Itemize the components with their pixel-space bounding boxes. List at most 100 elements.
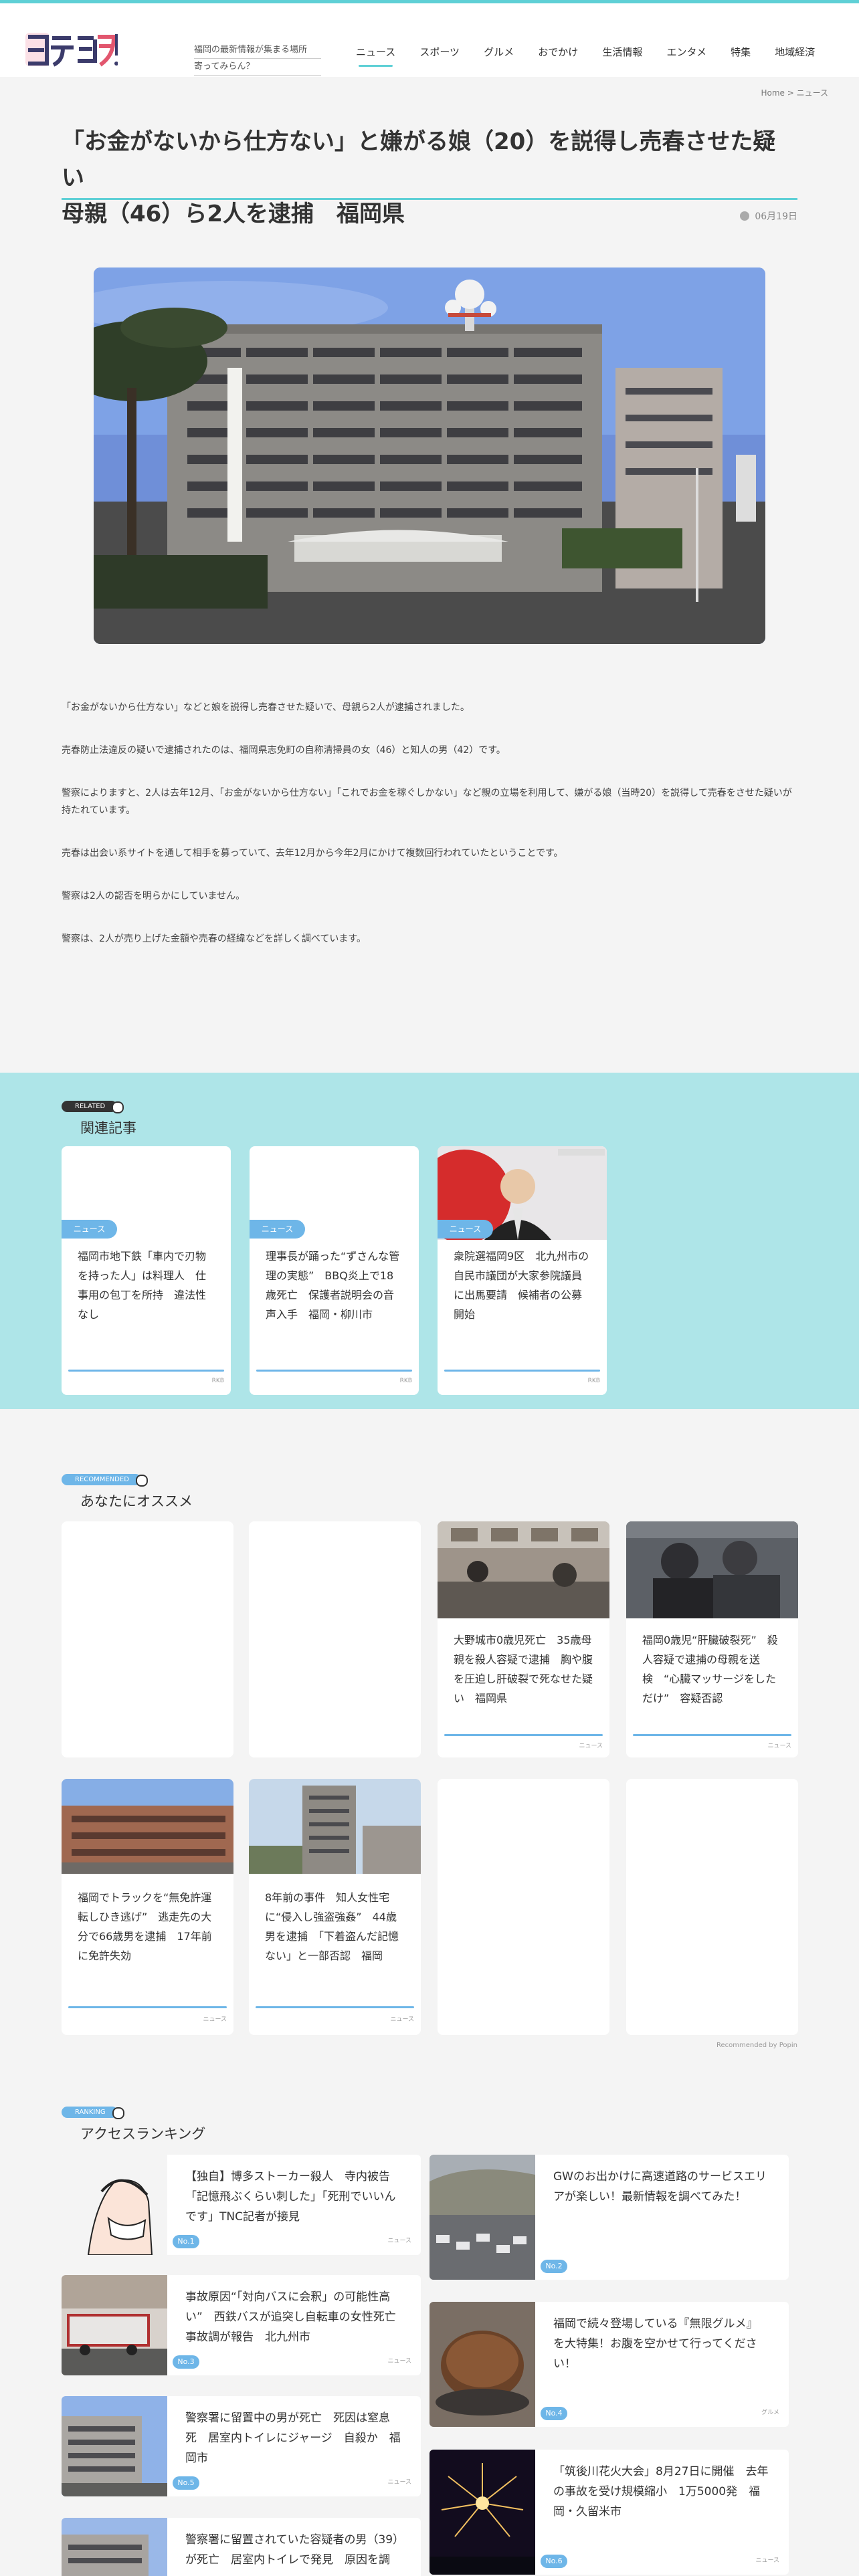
rank-badge: No.3 [173, 2355, 199, 2369]
breadcrumb[interactable]: Home > ニュース [761, 87, 828, 98]
ranking-title-text: 【独自】博多ストーカー殺人 寺内被告「記憶飛ぶくらい刺した」「死刑でいいんです」… [185, 2170, 396, 2224]
recommended-pill: RECOMMENDED [62, 1474, 148, 1487]
recommended-card[interactable] [626, 1779, 798, 2035]
rank-badge: No.5 [173, 2476, 199, 2490]
related-pill: RELATED [62, 1101, 124, 1113]
card-title: 福岡でトラックを“無免許運転しひき逃げ” 逃走先の大分で66歳男を逮捕 17年前… [78, 1891, 212, 1962]
card-category: ニュース [203, 2016, 227, 2023]
paragraph: 売春は出会い系サイトを通して相手を募っていて、去年12月から今年2月にかけて複数… [62, 848, 563, 859]
card-source: RKB [587, 1378, 600, 1384]
rank-badge: No.6 [541, 2555, 567, 2568]
card-bar [68, 1370, 224, 1372]
card-bar [444, 1734, 603, 1736]
nav-life[interactable]: 生活情報 [602, 45, 642, 59]
ranking-category: ニュース [387, 2238, 411, 2244]
related-card[interactable]: ニュース 理事長が踊った“ずさんな管理の実態” BBQ炎上で18歳死亡 保護者説… [250, 1146, 419, 1395]
recommended-by[interactable]: Recommended by Popin [717, 2042, 797, 2049]
ranking-title-text: 「筑後川花火大会」8月27日に開催 去年の事故を受け規模縮小 1万5000発 福… [553, 2465, 769, 2518]
title-underline [62, 198, 797, 200]
card-bar [633, 1734, 791, 1736]
nav-economy[interactable]: 地域経済 [775, 45, 815, 59]
card-thumbnail [626, 1521, 798, 1618]
card-title: 理事長が踊った“ずさんな管理の実態” BBQ炎上で18歳死亡 保護者説明会の音声… [266, 1250, 400, 1321]
ranking-item[interactable]: 警察署に留置されていた容疑者の男（39）が死亡 居室内トイレで発見 原因を調 [62, 2518, 421, 2576]
ranking-title-text: 警察署に留置中の男が死亡 死因は窒息死 居室内トイレにジャージ 自殺か 福岡市 [185, 2411, 401, 2465]
card-bar [444, 1370, 600, 1372]
ranking-category: ニュース [755, 2557, 779, 2564]
ranking-item[interactable]: 福岡で続々登場している『無限グルメ』を大特集！お腹を空かせて行ってください！ N… [430, 2302, 789, 2427]
article-body: 「お金がないから仕方ない」などと娘を説得し売春させた疑いで、母親ら2人が逮捕され… [62, 699, 797, 973]
ranking-thumbnail [430, 2302, 535, 2427]
paragraph: 売春防止法違反の疑いで逮捕されたのは、福岡県志免町の自称清掃員の女（46）と知人… [62, 745, 506, 756]
ranking-thumbnail [430, 2155, 535, 2280]
recommended-card[interactable] [438, 1779, 609, 2035]
category-tag: ニュース [250, 1220, 305, 1239]
nav-news[interactable]: ニュース [356, 45, 395, 67]
ranking-pill: RANKING [62, 2107, 124, 2119]
ranking-category: グルメ [761, 2409, 779, 2416]
recommended-card[interactable]: 8年前の事件 知人女性宅に“侵入し強盗強姦” 44歳男を逮捕 「下着盗んだ記憶な… [249, 1779, 421, 2035]
card-bar [256, 1370, 412, 1372]
category-tag: ニュース [438, 1220, 493, 1239]
site-tagline: 福岡の最新情報が集まる場所 寄ってみらん？ [194, 42, 321, 76]
related-header: RELATED 関連記事 [62, 1098, 136, 1138]
title-line-1: 「お金がないから仕方ない」と嫌がる娘（20）を説得し売春させた疑い [62, 128, 776, 191]
ranking-thumbnail [62, 2155, 167, 2255]
ranking-title-text: 事故原因“「対向バスに会釈」の可能性高い” 西鉄バスが追突し自転車の女性死亡 事… [185, 2290, 407, 2344]
tagline-line-1: 福岡の最新情報が集まる場所 [194, 42, 321, 59]
ranking-item[interactable]: 【独自】博多ストーカー殺人 寺内被告「記憶飛ぶくらい刺した」「死刑でいいんです」… [62, 2155, 421, 2255]
card-category: ニュース [767, 1743, 791, 1749]
site-header: 福岡の最新情報が集まる場所 寄ってみらん？ ニュース スポーツ グルメ おでかけ… [0, 3, 859, 77]
recommended-card[interactable]: 福岡0歳児“肝臓破裂死” 殺人容疑で逮捕の母親を送検 “心臓マッサージをしただけ… [626, 1521, 798, 1757]
ranking-category: ニュース [387, 2358, 411, 2365]
ranking-header: RANKING アクセスランキング [62, 2104, 205, 2143]
recommended-title: あなたにオススメ [80, 1493, 193, 1509]
ranking-thumbnail [62, 2275, 167, 2375]
ranking-thumbnail [62, 2396, 167, 2496]
card-thumbnail [62, 1779, 233, 1874]
ranking-item[interactable]: GWのお出かけに高速道路のサービスエリアが楽しい！最新情報を調べてみた！ No.… [430, 2155, 789, 2280]
recommended-card[interactable] [62, 1521, 233, 1757]
paragraph: 警察は、2人が売り上げた金額や売春の経緯などを詳しく調べています。 [62, 934, 366, 944]
nav-gourmet[interactable]: グルメ [484, 45, 514, 59]
nav-feature[interactable]: 特集 [731, 45, 751, 59]
tagline-line-2: 寄ってみらん？ [194, 59, 321, 76]
category-tag: ニュース [62, 1220, 117, 1239]
ranking-title: アクセスランキング [80, 2126, 206, 2142]
card-category: ニュース [579, 1743, 603, 1749]
paragraph: 「お金がないから仕方ない」などと娘を説得し売春させた疑いで、母親ら2人が逮捕され… [62, 702, 470, 713]
ranking-item[interactable]: 警察署に留置中の男が死亡 死因は窒息死 居室内トイレにジャージ 自殺か 福岡市 … [62, 2396, 421, 2496]
card-source: RKB [211, 1378, 224, 1384]
related-section: RELATED 関連記事 ニュース 福岡市地下鉄「車内で刃物を持った人」は料理人… [0, 1073, 859, 1409]
card-bar [68, 2006, 227, 2008]
recommended-header: RECOMMENDED あなたにオススメ [62, 1471, 193, 1511]
related-title: 関連記事 [80, 1120, 136, 1136]
ranking-title-text: 警察署に留置されていた容疑者の男（39）が死亡 居室内トイレで発見 原因を調 [185, 2533, 399, 2567]
ranking-thumbnail [62, 2518, 167, 2576]
article-title: 「お金がないから仕方ない」と嫌がる娘（20）を説得し売春させた疑い 母親（46）ら… [62, 124, 797, 232]
date-text: 06月19日 [755, 211, 797, 222]
rank-badge: No.1 [173, 2235, 199, 2248]
related-card[interactable]: ニュース 衆院選福岡9区 北九州市の自民市議団が大家参院議員に出馬要請 候補者の… [438, 1146, 607, 1395]
related-card[interactable]: ニュース 福岡市地下鉄「車内で刃物を持った人」は料理人 仕事用の包丁を所持 違法… [62, 1146, 231, 1395]
card-title: 福岡0歳児“肝臓破裂死” 殺人容疑で逮捕の母親を送検 “心臓マッサージをしただけ… [642, 1634, 778, 1705]
publish-date: 06月19日 [740, 209, 797, 223]
nav-outing[interactable]: おでかけ [538, 45, 578, 59]
card-category: ニュース [390, 2016, 414, 2023]
recommended-card[interactable]: 福岡でトラックを“無免許運転しひき逃げ” 逃走先の大分で66歳男を逮捕 17年前… [62, 1779, 233, 2035]
card-thumbnail [249, 1779, 421, 1874]
main-nav: ニュース スポーツ グルメ おでかけ 生活情報 エンタメ 特集 地域経済 [356, 45, 836, 67]
ranking-item[interactable]: 事故原因“「対向バスに会釈」の可能性高い” 西鉄バスが追突し自転車の女性死亡 事… [62, 2275, 421, 2375]
recommended-card[interactable] [249, 1521, 421, 1757]
card-title: 大野城市0歳児死亡 35歳母親を殺人容疑で逮捕 胸や腹を圧迫し肝破裂で死なせた疑… [454, 1634, 593, 1705]
site-logo[interactable] [24, 29, 118, 70]
ranking-item[interactable]: 「筑後川花火大会」8月27日に開催 去年の事故を受け規模縮小 1万5000発 福… [430, 2450, 789, 2575]
ranking-title-text: GWのお出かけに高速道路のサービスエリアが楽しい！最新情報を調べてみた！ [553, 2170, 767, 2204]
card-title: 福岡市地下鉄「車内で刃物を持った人」は料理人 仕事用の包丁を所持 違法性なし [78, 1250, 207, 1321]
card-thumbnail [438, 1521, 609, 1618]
rank-badge: No.2 [541, 2260, 567, 2273]
nav-entertainment[interactable]: エンタメ [666, 45, 706, 59]
ranking-category: ニュース [387, 2479, 411, 2486]
recommended-card[interactable]: 大野城市0歳児死亡 35歳母親を殺人容疑で逮捕 胸や腹を圧迫し肝破裂で死なせた疑… [438, 1521, 609, 1757]
nav-sports[interactable]: スポーツ [419, 45, 460, 59]
